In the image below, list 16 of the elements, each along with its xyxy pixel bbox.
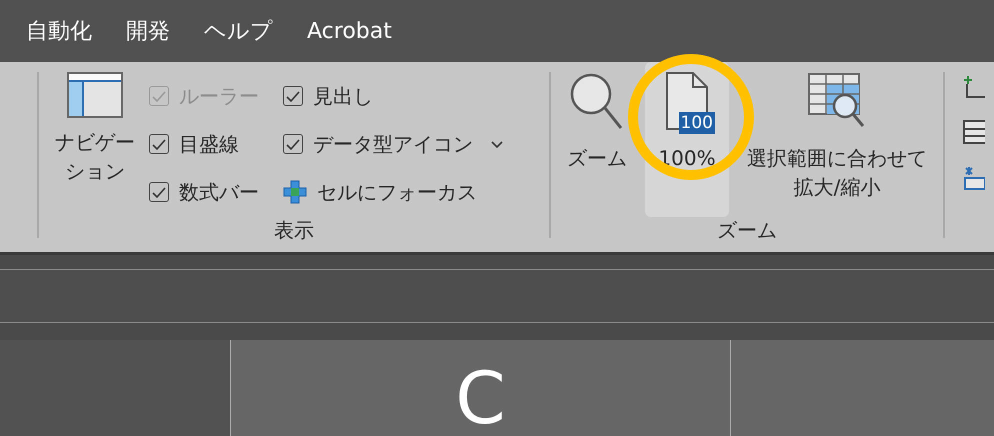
- group-label: ズーム: [717, 218, 777, 242]
- option-checkbox[interactable]: データ型アイコン: [283, 120, 477, 168]
- column-header[interactable]: C: [230, 340, 730, 436]
- option-checkbox[interactable]: 目盛線: [149, 120, 259, 168]
- zoom-badge: 100: [678, 112, 715, 134]
- focus-cell-button[interactable]: セルにフォーカス: [283, 168, 477, 216]
- group-label: 表示: [274, 218, 314, 242]
- menu-tab[interactable]: 開発: [126, 16, 170, 46]
- menu-tab[interactable]: 自動化: [26, 16, 92, 46]
- menu-tab[interactable]: Acrobat: [307, 18, 392, 44]
- option-checkbox[interactable]: 数式バー: [149, 168, 259, 216]
- navigation-button[interactable]: ナビゲー ション: [49, 62, 141, 217]
- menu-tab[interactable]: ヘルプ: [204, 16, 273, 46]
- zoom-button[interactable]: 選択範囲に合わせて 拡大/縮小: [741, 62, 933, 217]
- option-checkbox[interactable]: 見出し: [283, 72, 477, 120]
- zoom-button[interactable]: ズーム: [561, 62, 633, 217]
